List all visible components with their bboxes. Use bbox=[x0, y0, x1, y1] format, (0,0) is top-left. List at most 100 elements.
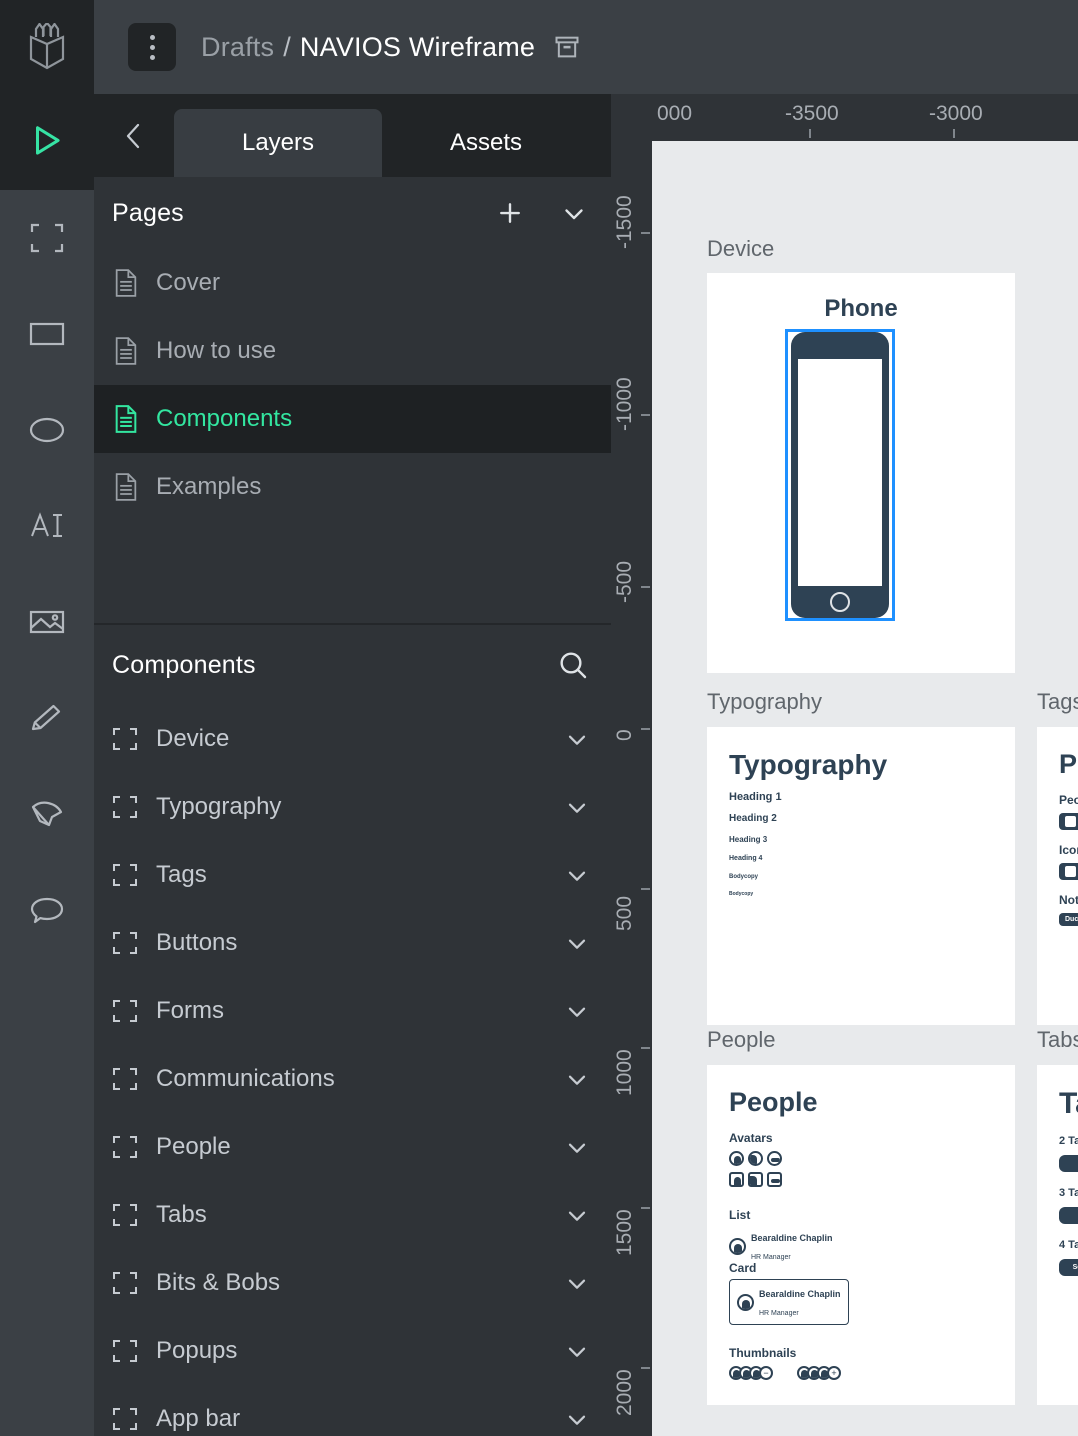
horizontal-ruler[interactable]: 000 -3500 -3000 bbox=[611, 94, 1078, 141]
vertical-ruler[interactable]: -1500 -1000 -500 0 500 1000 1500 2000 bbox=[611, 141, 652, 1436]
component-item-buttons[interactable]: Buttons bbox=[94, 909, 611, 977]
canvas-area: 000 -3500 -3000 -1500 -1000 -500 0 500 1… bbox=[611, 94, 1078, 1436]
people-list-title: List bbox=[729, 1208, 751, 1222]
collapse-pages-button[interactable] bbox=[559, 198, 589, 228]
panel-back-button[interactable] bbox=[94, 94, 174, 177]
chevron-down-icon[interactable] bbox=[563, 1337, 591, 1365]
search-icon[interactable] bbox=[557, 649, 589, 681]
tab-layers[interactable]: Layers bbox=[174, 109, 382, 177]
frame-label-tabs[interactable]: Tabs bbox=[1037, 1027, 1078, 1053]
pages-list: Cover How to use Components Examples bbox=[94, 249, 611, 623]
frame-device[interactable]: Phone bbox=[707, 273, 1015, 673]
panel-tab-bar: Layers Assets bbox=[94, 94, 611, 177]
tag-pill-label: Duck Norris bbox=[1065, 916, 1078, 923]
page-item-cover[interactable]: Cover bbox=[94, 249, 611, 317]
tag-pill-nothing[interactable]: Duck Norris bbox=[1059, 913, 1078, 926]
ruler-notch bbox=[641, 1047, 650, 1049]
component-item-device[interactable]: Device bbox=[94, 705, 611, 773]
component-item-tabs[interactable]: Tabs bbox=[94, 1181, 611, 1249]
person-list-item[interactable]: Bearaldine Chaplin HR Manager bbox=[729, 1228, 833, 1264]
page-item-components[interactable]: Components bbox=[94, 385, 611, 453]
image-tool[interactable] bbox=[0, 574, 94, 670]
component-item-label: Typography bbox=[156, 793, 282, 820]
text-tool[interactable] bbox=[0, 478, 94, 574]
component-item-bits-bobs[interactable]: Bits & Bobs bbox=[94, 1249, 611, 1317]
person-card[interactable]: Bearaldine Chaplin HR Manager bbox=[729, 1279, 849, 1325]
chevron-down-icon[interactable] bbox=[563, 929, 591, 957]
typography-style-h1: Heading 1 bbox=[729, 791, 782, 803]
component-item-app-bar[interactable]: App bar bbox=[94, 1385, 611, 1436]
ruler-v-tick: 0 bbox=[613, 729, 636, 741]
chevron-down-icon[interactable] bbox=[563, 1065, 591, 1093]
chevron-down-icon[interactable] bbox=[563, 1201, 591, 1229]
frame-label-people[interactable]: People bbox=[707, 1027, 776, 1053]
breadcrumb-file-name[interactable]: NAVIOS Wireframe bbox=[300, 32, 535, 63]
tab-button-selected-4[interactable]: Selected bbox=[1059, 1259, 1078, 1276]
ruler-h-tick: 000 bbox=[657, 102, 693, 125]
component-item-label: Device bbox=[156, 725, 230, 752]
component-item-tags[interactable]: Tags bbox=[94, 841, 611, 909]
frame-tags[interactable]: Pills People Duck Norris Icon Duck Norri… bbox=[1037, 727, 1078, 1025]
chevron-down-icon[interactable] bbox=[563, 725, 591, 753]
main-menu-button[interactable] bbox=[128, 23, 176, 71]
selection-outline[interactable] bbox=[785, 329, 895, 621]
component-item-label: Buttons bbox=[156, 929, 238, 956]
frame-tool[interactable] bbox=[0, 190, 94, 286]
avatar bbox=[767, 1151, 782, 1166]
frame-typography[interactable]: Typography Heading 1 Heading 2 Heading 3… bbox=[707, 727, 1015, 1025]
avatar bbox=[737, 1293, 754, 1311]
component-item-people[interactable]: People bbox=[94, 1113, 611, 1181]
chevron-down-icon[interactable] bbox=[563, 1269, 591, 1297]
typography-style-h2: Heading 2 bbox=[729, 813, 777, 824]
tag-pill-people[interactable]: Duck Norris bbox=[1059, 813, 1078, 830]
frame-people[interactable]: People Avatars List Bearaldine Chaplin H… bbox=[707, 1065, 1015, 1405]
component-item-label: Tabs bbox=[156, 1201, 207, 1228]
chevron-down-icon[interactable] bbox=[563, 861, 591, 889]
component-item-typography[interactable]: Typography bbox=[94, 773, 611, 841]
ruler-h-tick: -3500 bbox=[785, 102, 839, 125]
tab-assets[interactable]: Assets bbox=[382, 109, 590, 177]
avatar-chip-icon bbox=[1065, 816, 1076, 827]
page-icon bbox=[114, 473, 138, 501]
board-icon bbox=[112, 931, 138, 955]
ruler-notch bbox=[641, 728, 650, 730]
tag-pill-icon[interactable]: Duck Norris bbox=[1059, 863, 1078, 880]
path-tool[interactable] bbox=[0, 766, 94, 862]
component-item-forms[interactable]: Forms bbox=[94, 977, 611, 1045]
ruler-v-tick: 500 bbox=[613, 895, 636, 931]
app-logo-button[interactable] bbox=[0, 0, 94, 94]
rectangle-tool[interactable] bbox=[0, 286, 94, 382]
move-tool[interactable] bbox=[0, 94, 94, 190]
tab-button-selected-3[interactable]: Selected bbox=[1059, 1207, 1078, 1224]
frame-label-typography[interactable]: Typography bbox=[707, 689, 822, 715]
canvas-viewport[interactable]: Device Phone Typography Typography Headi… bbox=[652, 141, 1078, 1436]
chevron-down-icon[interactable] bbox=[563, 997, 591, 1025]
ellipse-tool[interactable] bbox=[0, 382, 94, 478]
chevron-down-icon[interactable] bbox=[563, 1405, 591, 1433]
breadcrumb-project[interactable]: Drafts bbox=[201, 32, 274, 63]
frame-label-device[interactable]: Device bbox=[707, 236, 774, 262]
rectangle-icon bbox=[29, 320, 65, 348]
thumbnail-group-plus bbox=[797, 1366, 841, 1380]
frame-label-tags[interactable]: Tags bbox=[1037, 689, 1078, 715]
component-item-popups[interactable]: Popups bbox=[94, 1317, 611, 1385]
comment-tool[interactable] bbox=[0, 862, 94, 958]
frame-tabs[interactable]: Tabs 2 Tabs Selected 3 Tabs Selected 4 T… bbox=[1037, 1065, 1078, 1405]
component-item-communications[interactable]: Communications bbox=[94, 1045, 611, 1113]
chevron-down-icon[interactable] bbox=[563, 793, 591, 821]
components-list: Device Typography Tags Buttons Forms Communic… bbox=[94, 705, 611, 1436]
component-item-label: Bits & Bobs bbox=[156, 1269, 281, 1296]
add-page-button[interactable] bbox=[495, 198, 525, 228]
page-icon bbox=[114, 405, 138, 433]
chevron-down-icon[interactable] bbox=[563, 1133, 591, 1161]
person-name: Bearaldine Chaplin bbox=[759, 1289, 841, 1299]
pencil-tool[interactable] bbox=[0, 670, 94, 766]
board-icon bbox=[112, 1339, 138, 1363]
page-item-how-to-use[interactable]: How to use bbox=[94, 317, 611, 385]
component-item-label: App bar bbox=[156, 1405, 241, 1432]
board-icon bbox=[112, 999, 138, 1023]
page-item-examples[interactable]: Examples bbox=[94, 453, 611, 521]
archive-box-icon[interactable] bbox=[553, 33, 581, 61]
person-role: HR Manager bbox=[751, 1254, 791, 1261]
tab-button-selected-2[interactable]: Selected bbox=[1059, 1155, 1078, 1172]
